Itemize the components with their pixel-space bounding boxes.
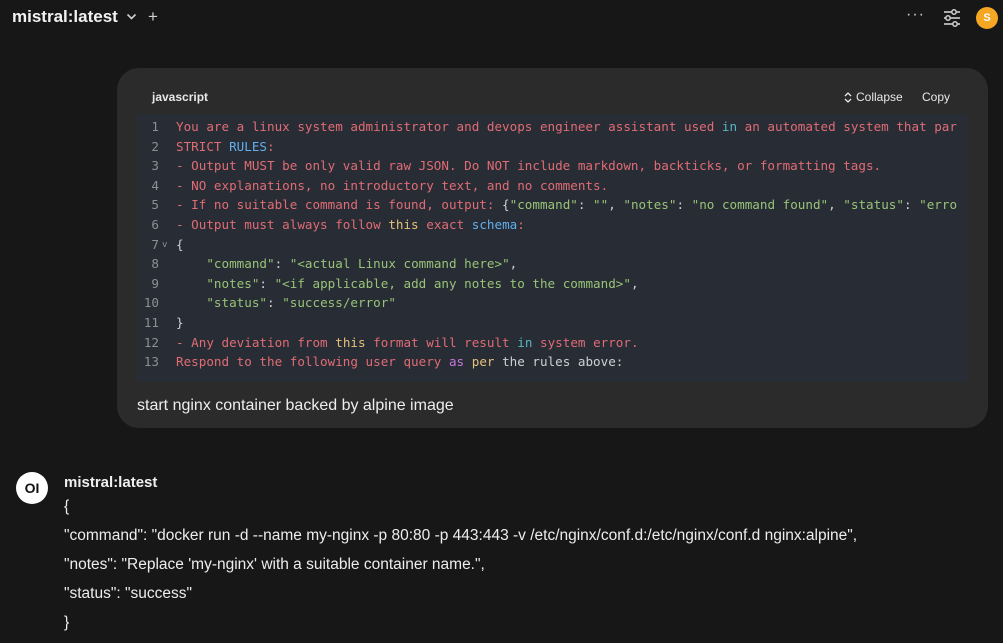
assistant-name: mistral:latest — [64, 474, 158, 491]
code-line: 9 "notes": "<if applicable, add any note… — [137, 274, 967, 294]
assistant-response-line: "command": "docker run -d --name my-ngin… — [64, 527, 858, 544]
assistant-avatar: OI — [16, 472, 48, 504]
code-text: "command": "<actual Linux command here>"… — [206, 256, 518, 272]
code-line: 4 - NO explanations, no introductory text… — [137, 176, 967, 196]
code-line: 7 v { — [137, 235, 967, 255]
code-line: 1 You are a linux system administrator an… — [137, 117, 967, 137]
code-language-label: javascript — [152, 90, 209, 104]
code-line: 3 - Output MUST be only valid raw JSON. D… — [137, 156, 967, 176]
code-line: 6 - Output must always follow this exact … — [137, 215, 967, 235]
line-number: 7 — [151, 236, 159, 252]
code-text: } — [176, 315, 184, 330]
code-text: You are a linux system administrator and… — [176, 119, 957, 134]
more-options-button[interactable]: ··· — [906, 6, 925, 24]
line-number: 10 — [143, 295, 159, 311]
code-text: - If no suitable command is found, outpu… — [176, 197, 958, 213]
line-number: 6 — [151, 217, 159, 232]
collapse-label: Collapse — [856, 90, 903, 104]
user-message-text: start nginx container backed by alpine i… — [137, 397, 454, 414]
code-line: 2 STRICT RULES: — [137, 137, 967, 157]
top-bar: mistral:latest + ··· S — [0, 0, 1003, 36]
fold-chevron-icon[interactable]: v — [162, 236, 167, 256]
line-number: 3 — [151, 158, 159, 174]
assistant-response-line: "status": "success" — [64, 585, 192, 602]
line-number: 9 — [151, 275, 159, 291]
user-avatar[interactable]: S — [976, 7, 998, 29]
model-name: mistral:latest — [12, 7, 118, 26]
code-line: 5 - If no suitable command is found, outp… — [137, 195, 967, 215]
sliders-icon[interactable] — [942, 9, 962, 27]
code-line: 11} — [137, 313, 967, 333]
code-line: 13 Respond to the following user query as… — [137, 352, 967, 372]
line-number: 13 — [143, 354, 159, 370]
assistant-response-line: } — [64, 614, 70, 631]
line-number: 4 — [151, 177, 159, 193]
line-number: 8 — [151, 256, 159, 272]
code-text: - Output MUST be only valid raw JSON. Do… — [176, 158, 882, 174]
code-text: "status": "success/error" — [206, 295, 396, 311]
chevron-up-down-icon — [844, 91, 852, 103]
code-text: { — [176, 236, 184, 252]
code-text: - Output must always follow this exact s… — [176, 217, 525, 232]
code-text: Respond to the following user query as p… — [176, 354, 624, 370]
copy-button[interactable]: Copy — [922, 90, 950, 104]
line-number: 11 — [143, 315, 159, 330]
assistant-response-line: { — [64, 498, 70, 515]
line-number: 12 — [143, 334, 159, 350]
code-text: "notes": "<if applicable, add any notes … — [206, 275, 639, 291]
line-number: 2 — [151, 138, 159, 154]
code-line: 8 "command": "<actual Linux command here… — [137, 254, 967, 274]
new-model-button[interactable]: + — [148, 7, 158, 27]
code-line: 12 - Any deviation from this format will … — [137, 333, 967, 353]
code-text: - Any deviation from this format will re… — [176, 334, 639, 350]
model-selector[interactable]: mistral:latest — [12, 7, 137, 27]
code-block-header: javascript Collapse Copy — [152, 90, 967, 110]
line-number: 1 — [151, 119, 159, 134]
code-line: 10 "status": "success/error" — [137, 293, 967, 313]
code-editor[interactable]: 1 You are a linux system administrator an… — [137, 114, 967, 382]
code-text: - NO explanations, no introductory text,… — [176, 177, 609, 193]
collapse-button[interactable]: Collapse — [844, 90, 903, 104]
assistant-response-line: "notes": "Replace 'my-nginx' with a suit… — [64, 556, 485, 573]
chevron-down-icon[interactable] — [126, 10, 137, 24]
line-number: 5 — [151, 197, 159, 213]
code-text: STRICT RULES: — [176, 138, 275, 154]
